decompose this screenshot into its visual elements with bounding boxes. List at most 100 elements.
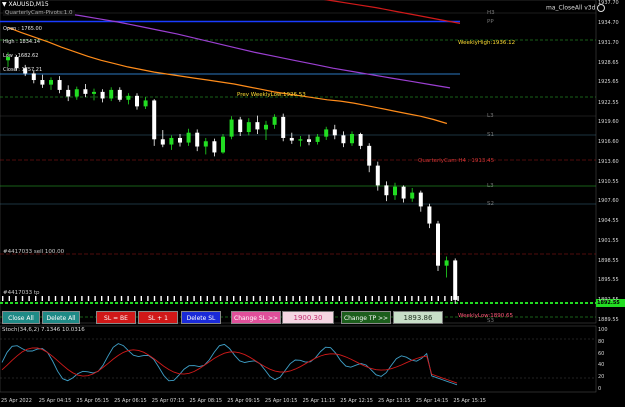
candle-bull [315, 136, 320, 142]
time-tick-label: 25 Apr 12:15 [340, 398, 373, 404]
candle-bull [444, 260, 449, 266]
price-tick-label: 1889.55 [598, 317, 619, 323]
label-s3: S3 [487, 318, 494, 324]
candle-bear [255, 122, 260, 130]
time-tick-label: 25 Apr 15:15 [453, 398, 486, 404]
price-tick-label: 1895.55 [598, 277, 619, 284]
triangle-down-icon: ▼ [2, 1, 7, 8]
candle-bear [117, 89, 122, 100]
candle-bear [375, 165, 380, 186]
sl-plus-button[interactable]: SL + 1 [138, 311, 178, 324]
order-marker [193, 296, 195, 301]
label-pending-2: #4417033 tp [3, 290, 40, 296]
label-s1: S1 [487, 132, 494, 138]
price-tick-label: 1937.70 [598, 0, 619, 6]
order-marker [206, 296, 208, 301]
price-tick-label: 1916.60 [598, 138, 619, 145]
order-marker [299, 296, 301, 301]
order-marker [450, 296, 453, 301]
order-marker [2, 296, 4, 301]
stochastic-pane [0, 325, 597, 393]
order-marker [318, 296, 321, 301]
price-tick-label: 1928.65 [598, 59, 619, 66]
stoch-tick-label: 40 [598, 362, 605, 369]
candle-bull [109, 89, 114, 99]
candle-bull [350, 134, 354, 144]
candle-bull [246, 122, 251, 133]
candle-bull [272, 116, 277, 125]
order-marker [246, 296, 248, 301]
price-tick-label: 1910.55 [598, 178, 619, 185]
order-marker [213, 296, 215, 301]
change-sl-button[interactable]: Change SL >> [231, 311, 281, 324]
order-marker [365, 296, 367, 301]
candle-bear [289, 137, 294, 141]
tp-value-input[interactable]: 1893.86 [393, 311, 443, 324]
order-marker [107, 296, 109, 301]
price-tick-label: 1913.60 [598, 158, 619, 165]
candle-bull [298, 139, 303, 141]
order-marker [153, 296, 156, 301]
sl-value-input[interactable]: 1900.30 [282, 311, 334, 324]
candle-bear [341, 135, 346, 144]
candle-bull [264, 124, 268, 130]
order-marker [54, 296, 57, 301]
order-marker [239, 296, 241, 301]
stoch-tick-label: 0 [598, 386, 602, 392]
order-marker [252, 296, 255, 301]
candle-bear [135, 95, 139, 107]
order-marker [272, 296, 274, 301]
order-marker [292, 296, 294, 301]
order-marker [28, 296, 30, 301]
order-marker [404, 296, 406, 301]
candle-bear [332, 129, 337, 136]
info-high: High : 1834.14 [3, 39, 41, 45]
candle-bear [401, 186, 406, 199]
candle-bull [49, 80, 53, 85]
price-tick-label: 1925.65 [598, 79, 619, 86]
order-marker [180, 296, 182, 301]
order-marker [325, 296, 327, 301]
label-weekly-low: WeeklyLow:1890.65 [458, 313, 513, 319]
time-tick-label: 25 Apr 2022 [1, 398, 32, 404]
order-marker [411, 296, 413, 301]
time-tick-label: 25 Apr 10:15 [264, 398, 298, 404]
change-tp-button[interactable]: Change TP >> [341, 311, 391, 324]
time-tick-label: 25 Apr 11:15 [302, 398, 336, 404]
indicator-label: QuarterlyCam-Pivots:1.0 [3, 10, 75, 16]
order-marker [120, 296, 123, 301]
close-all-button[interactable]: Close All [2, 311, 40, 324]
order-marker [378, 296, 380, 301]
order-marker [384, 296, 387, 301]
order-marker [417, 296, 420, 301]
price-tick-label: 1931.70 [598, 39, 619, 46]
time-tick-label: 25 Apr 07:15 [151, 398, 185, 404]
candle-bull [410, 192, 415, 199]
candle-bull [324, 129, 329, 137]
price-tick-label: 1904.55 [598, 218, 619, 225]
delete-all-button[interactable]: Delete All [42, 311, 80, 324]
stoch-tick-label: 80 [598, 338, 605, 345]
order-marker [233, 296, 235, 301]
delete-sl-button[interactable]: Delete SL [181, 311, 221, 324]
symbol-header: ▼ XAUUSD,M15 [2, 1, 49, 8]
label-quarterly-cam: QuarterlyCam H4 : 1913.45 [418, 158, 495, 164]
candle-bear [83, 89, 88, 94]
order-marker [351, 296, 354, 301]
order-marker [332, 296, 334, 301]
ea-label: ma_CloseAll v3d [546, 4, 606, 12]
candle-bull [221, 136, 225, 153]
sl-be-button[interactable]: SL = BE [96, 311, 136, 324]
order-marker [160, 296, 162, 301]
stoch-tick-label: 20 [598, 374, 605, 381]
candle-bear [66, 89, 71, 97]
candle-bear [358, 134, 363, 146]
order-marker [186, 296, 189, 301]
candle-bear [281, 116, 286, 138]
price-chart[interactable] [0, 0, 625, 407]
candle-bull [169, 137, 174, 145]
candle-bear [160, 139, 165, 145]
order-marker [134, 296, 136, 301]
candle-bear [40, 80, 45, 85]
label-pp: PP [487, 19, 494, 25]
